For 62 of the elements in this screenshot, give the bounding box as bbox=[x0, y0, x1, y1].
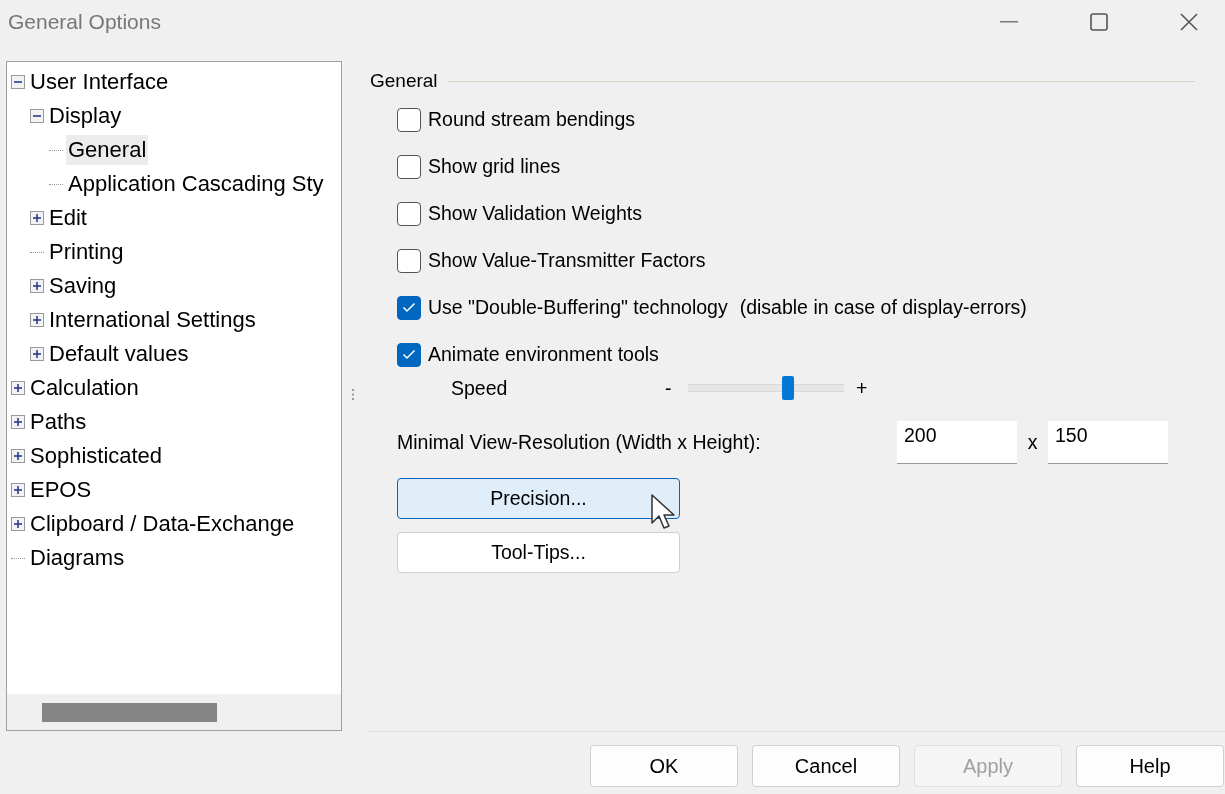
group-title: General bbox=[370, 70, 438, 92]
checkbox-label: Round stream bendings bbox=[428, 108, 636, 131]
separator-label: x bbox=[1026, 430, 1039, 454]
tree-item[interactable]: Paths bbox=[28, 407, 89, 437]
dialog-button[interactable]: Tool-Tips... bbox=[397, 532, 680, 573]
tree-item[interactable]: Application Cascading Sty bbox=[66, 169, 326, 199]
dialog-button[interactable]: Help bbox=[1076, 745, 1224, 787]
tree-item[interactable]: Clipboard / Data-Exchange bbox=[28, 509, 297, 539]
expand-icon[interactable] bbox=[11, 449, 25, 463]
checkbox-label: Show Validation Weights bbox=[428, 202, 642, 225]
tree-item[interactable]: Default values bbox=[47, 339, 191, 369]
mouse-pointer-icon bbox=[651, 494, 677, 532]
horizontal-scrollbar[interactable] bbox=[7, 694, 341, 730]
tree-item[interactable]: Saving bbox=[47, 271, 119, 301]
close-icon[interactable] bbox=[1180, 13, 1198, 31]
expand-icon[interactable] bbox=[30, 279, 44, 293]
checkbox-label: Show Value-Transmitter Factors bbox=[428, 249, 706, 272]
slider-max-label: + bbox=[856, 376, 868, 400]
splitter-grip-icon[interactable] bbox=[352, 389, 355, 400]
expand-icon[interactable] bbox=[11, 483, 25, 497]
checkbox[interactable] bbox=[397, 248, 421, 273]
window-title: General Options bbox=[7, 10, 161, 34]
checkbox-label: Use "Double-Buffering" technology bbox=[428, 296, 728, 319]
collapse-icon[interactable] bbox=[30, 109, 44, 123]
dialog-button[interactable]: Cancel bbox=[752, 745, 900, 787]
expand-icon[interactable] bbox=[11, 517, 25, 531]
checkbox[interactable] bbox=[397, 342, 421, 367]
expand-icon[interactable] bbox=[11, 415, 25, 429]
expand-icon[interactable] bbox=[30, 347, 44, 361]
collapse-icon[interactable] bbox=[11, 75, 25, 89]
slider-thumb[interactable] bbox=[781, 376, 794, 400]
expand-icon[interactable] bbox=[11, 381, 25, 395]
tree-item[interactable]: Calculation bbox=[28, 373, 141, 403]
hint-text: (disable in case of display-errors) bbox=[739, 296, 1027, 319]
height-field[interactable]: 150 bbox=[1048, 420, 1168, 464]
maximize-icon[interactable] bbox=[1090, 13, 1108, 31]
tree-item[interactable]: Printing bbox=[47, 237, 126, 267]
checkbox-label: Animate environment tools bbox=[428, 343, 659, 366]
slider-label: Speed bbox=[451, 376, 509, 400]
tree-item[interactable]: EPOS bbox=[28, 475, 94, 505]
width-field[interactable]: 200 bbox=[897, 420, 1017, 464]
resolution-label: Minimal View-Resolution (Width x Height): bbox=[397, 430, 762, 454]
tree-item[interactable]: Edit bbox=[47, 203, 89, 233]
expand-icon[interactable] bbox=[30, 211, 44, 225]
checkbox[interactable] bbox=[397, 154, 421, 179]
checkbox[interactable] bbox=[397, 107, 421, 132]
tree-item[interactable]: International Settings bbox=[47, 305, 258, 335]
checkmark-icon bbox=[402, 302, 416, 313]
tree-item[interactable]: Display bbox=[47, 101, 124, 131]
scrollbar-thumb[interactable] bbox=[42, 702, 217, 722]
dialog-button[interactable]: OK bbox=[590, 745, 738, 787]
dialog-button[interactable]: Precision... bbox=[397, 478, 680, 519]
checkbox[interactable] bbox=[397, 295, 421, 320]
tree-item[interactable]: User Interface bbox=[28, 67, 171, 97]
expand-icon[interactable] bbox=[30, 313, 44, 327]
checkmark-icon bbox=[402, 349, 416, 360]
tree-item[interactable]: Diagrams bbox=[28, 543, 127, 573]
checkbox[interactable] bbox=[397, 201, 421, 226]
slider-min-label: - bbox=[665, 376, 673, 400]
tree-item[interactable]: Sophisticated bbox=[28, 441, 165, 471]
checkbox-label: Show grid lines bbox=[428, 155, 561, 178]
tree-item[interactable]: General bbox=[66, 135, 149, 165]
